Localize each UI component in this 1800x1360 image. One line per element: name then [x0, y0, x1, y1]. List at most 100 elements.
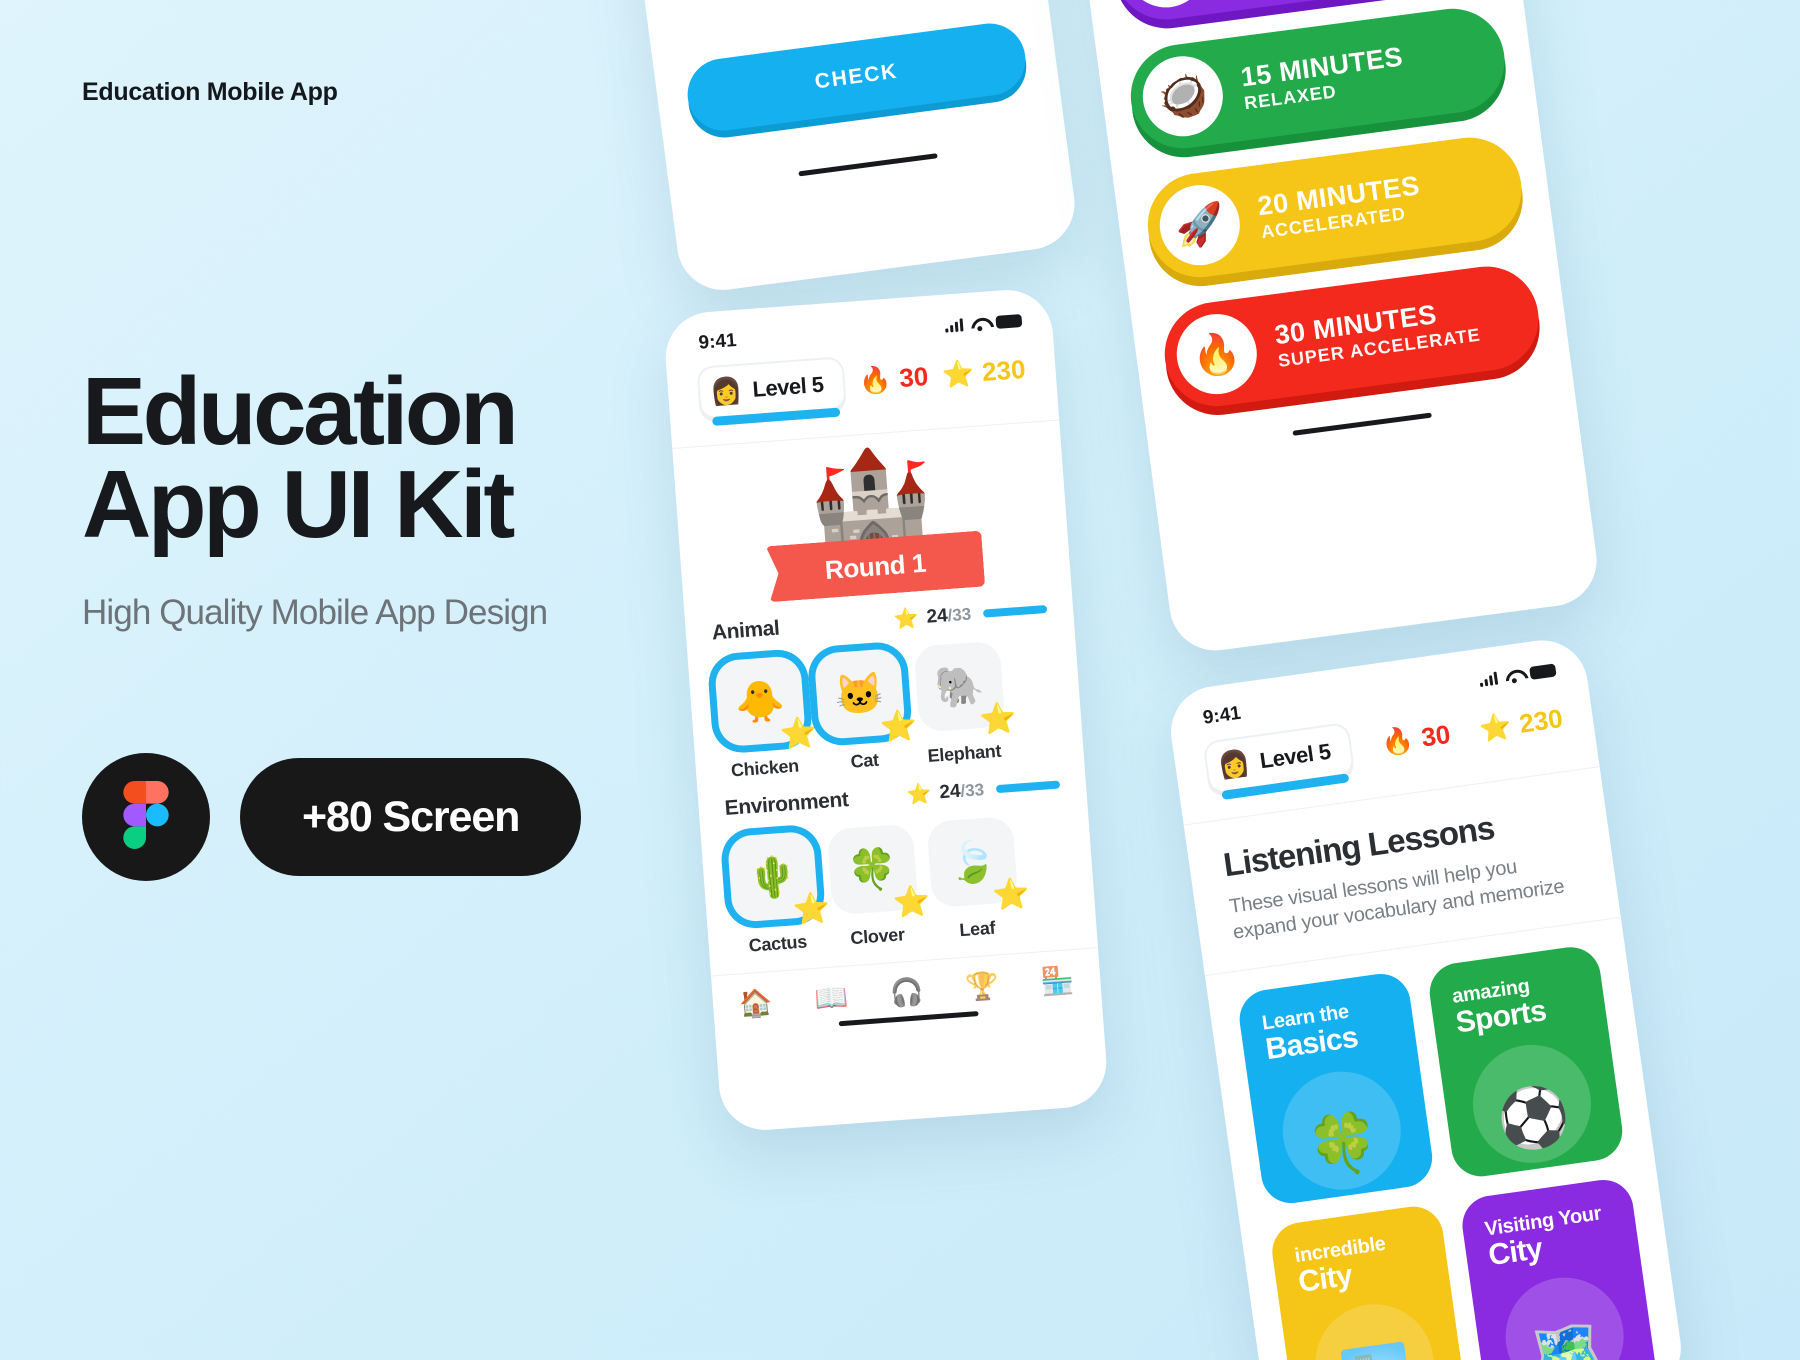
- lesson-card-column: 🐥 ⭐ Chicken: [713, 655, 819, 782]
- section-progress-bar: [995, 779, 1061, 793]
- wifi-icon: [1504, 668, 1523, 683]
- cellular-signal-icon: [1479, 671, 1499, 687]
- round-banner: 🏰 Round 1: [672, 421, 1071, 609]
- practice-goal-options: 🦥10 MINUTESGRADUAL🥥15 MINUTESRELAXED🚀20 …: [1075, 0, 1570, 416]
- card-star-icon: ⭐: [978, 701, 1019, 738]
- wifi-icon: [970, 316, 988, 330]
- status-icons: [945, 313, 1023, 333]
- lesson-card-column: 🐘 ⭐ Elephant: [913, 640, 1018, 768]
- level-chip[interactable]: 👩 Level 5: [1202, 721, 1356, 800]
- listening-lesson-card[interactable]: Learn the Basics 🍀: [1235, 969, 1436, 1207]
- lesson-card-emoji-icon: 🍀: [1303, 1107, 1385, 1182]
- card-star-icon: ⭐: [891, 884, 932, 920]
- tab-shop-icon[interactable]: 🏪: [1040, 964, 1076, 998]
- star-icon: ⭐: [892, 607, 920, 632]
- section-progress-bar: [982, 604, 1048, 618]
- lesson-card[interactable]: 🌵 ⭐: [726, 830, 832, 927]
- tab-lessons-icon[interactable]: 📖: [813, 981, 849, 1015]
- lesson-card-label: Leaf: [958, 917, 996, 941]
- level-progress-bar: [712, 407, 841, 426]
- lesson-card-label: Cactus: [748, 931, 808, 956]
- lesson-card-row: 🐥 ⭐ Chicken 🐱 ⭐ Cat 🐘 ⭐ Elephant: [713, 637, 1058, 782]
- section-header: Animal ⭐ 24/33: [711, 596, 1048, 646]
- section-progress: ⭐ 24/33: [906, 771, 1061, 807]
- tab-trophy-icon[interactable]: 🏆: [964, 970, 1000, 1004]
- star-icon: ⭐: [1477, 710, 1514, 745]
- status-time: 9:41: [1201, 702, 1243, 729]
- level-chip[interactable]: 👩 Level 5: [696, 356, 848, 426]
- star-stat[interactable]: ⭐ 230: [941, 354, 1027, 391]
- star-value: 230: [981, 353, 1027, 388]
- lesson-card[interactable]: 🐘 ⭐: [913, 640, 1018, 737]
- lesson-card-row: 🌵 ⭐ Cactus 🍀 ⭐ Clover 🍃 ⭐ Leaf: [726, 812, 1071, 958]
- status-icons: [1479, 662, 1557, 687]
- lesson-section: Environment ⭐ 24/33 🌵 ⭐ Cactus 🍀 ⭐ Clover 🍃 ⭐ Leaf: [697, 756, 1097, 960]
- goal-emoji-icon: 🚀: [1154, 180, 1245, 271]
- lesson-card-column: 🐱 ⭐ Cat: [813, 647, 918, 775]
- avatar: 👩: [1215, 746, 1253, 782]
- listening-lesson-card[interactable]: incredibleCity🏙️: [1268, 1202, 1469, 1360]
- screen-count-badge[interactable]: +80 Screen: [240, 758, 582, 877]
- card-star-icon: ⭐: [791, 891, 832, 928]
- lesson-card[interactable]: 🐱 ⭐: [813, 647, 918, 744]
- streak-value: 30: [898, 361, 930, 394]
- section-header: Environment ⭐ 24/33: [724, 771, 1061, 821]
- section-name: Animal: [711, 616, 781, 645]
- star-icon: ⭐: [905, 782, 933, 807]
- lesson-card-column: 🍀 ⭐ Clover: [826, 823, 931, 950]
- streak-stat[interactable]: 🔥 30: [858, 361, 929, 397]
- promo-subtitle: High Quality Mobile App Design: [82, 593, 548, 633]
- battery-icon: [1529, 662, 1557, 680]
- listening-lesson-card[interactable]: Visiting Your City 🗺️: [1458, 1175, 1659, 1360]
- page-title: Education App UI Kit: [82, 358, 722, 559]
- promo-eyebrow: Education Mobile App: [82, 78, 338, 106]
- lesson-card-label: Clover: [849, 924, 906, 949]
- practice-goal-option[interactable]: 🚀 20 MINUTES ACCELERATED: [1141, 131, 1528, 284]
- streak-stat[interactable]: 🔥 30: [1379, 719, 1452, 759]
- fire-icon: 🔥: [857, 363, 893, 397]
- goal-emoji-icon: 🥥: [1138, 51, 1228, 142]
- fire-icon: 🔥: [1379, 723, 1416, 759]
- figma-logo-badge[interactable]: [82, 753, 210, 882]
- star-icon: ⭐: [940, 357, 976, 390]
- lesson-card-column: 🌵 ⭐ Cactus: [726, 830, 832, 958]
- lesson-section: Animal ⭐ 24/33 🐥 ⭐ Chicken 🐱 ⭐ Cat 🐘 ⭐ Elephant: [684, 580, 1084, 784]
- phone-round-screen: 9:41 👩 Level 5 🔥 30 ⭐ 230 🏰 Round 1 Anim…: [662, 286, 1110, 1134]
- lesson-card-column: 🍃 ⭐ Leaf: [926, 816, 1031, 943]
- lesson-card-grid: Learn the Basics 🍀 amazing Sports ⚽ incredible…: [1204, 916, 1687, 1360]
- promo-column: Education Mobile App Education App UI Ki…: [82, 78, 722, 882]
- lesson-card[interactable]: 🐥 ⭐: [713, 655, 819, 752]
- card-star-icon: ⭐: [991, 877, 1032, 913]
- lesson-sections: Animal ⭐ 24/33 🐥 ⭐ Chicken 🐱 ⭐ Cat 🐘 ⭐ Elephant Envi…: [684, 580, 1097, 959]
- goal-emoji-icon: 🔥: [1171, 309, 1262, 400]
- star-value: 230: [1517, 703, 1565, 739]
- goal-emoji-icon: 🦥: [1121, 0, 1211, 13]
- section-name: Environment: [723, 787, 850, 820]
- streak-value: 30: [1419, 718, 1453, 753]
- cellular-signal-icon: [945, 317, 964, 333]
- section-progress-text: 24/33: [925, 604, 972, 628]
- section-progress-text: 24/33: [938, 779, 985, 803]
- card-star-icon: ⭐: [878, 708, 919, 745]
- avatar: 👩: [709, 374, 744, 407]
- figma-logo-icon: [123, 780, 169, 854]
- tab-home-icon[interactable]: 🏠: [738, 986, 774, 1020]
- lesson-card[interactable]: 🍀 ⭐: [826, 823, 931, 920]
- tab-listen-icon[interactable]: 🎧: [889, 975, 925, 1009]
- lesson-card[interactable]: 🍃 ⭐: [926, 816, 1031, 913]
- status-time: 9:41: [697, 329, 738, 354]
- practice-goal-option[interactable]: 🥥 15 MINUTES RELAXED: [1124, 2, 1511, 155]
- phone-listening-lessons-screen: 9:41 👩 Level 5 🔥 30 ⭐ 230 Listening Less…: [1165, 634, 1687, 1360]
- title-line-2: App UI Kit: [82, 451, 515, 559]
- card-star-icon: ⭐: [779, 716, 819, 752]
- battery-icon: [995, 313, 1023, 329]
- section-progress: ⭐ 24/33: [893, 596, 1048, 632]
- level-label: Level 5: [1258, 738, 1333, 773]
- promo-footer: +80 Screen: [82, 753, 722, 882]
- phone-practice-goal-screen: What is your practice goal? 🦥10 MINUTESG…: [1051, 0, 1603, 656]
- listening-lesson-card[interactable]: amazing Sports ⚽: [1425, 943, 1627, 1180]
- star-stat[interactable]: ⭐ 230: [1477, 703, 1564, 745]
- title-line-1: Education: [82, 358, 519, 465]
- lesson-card-emoji-icon: ⚽: [1493, 1080, 1575, 1156]
- level-label: Level 5: [751, 371, 825, 402]
